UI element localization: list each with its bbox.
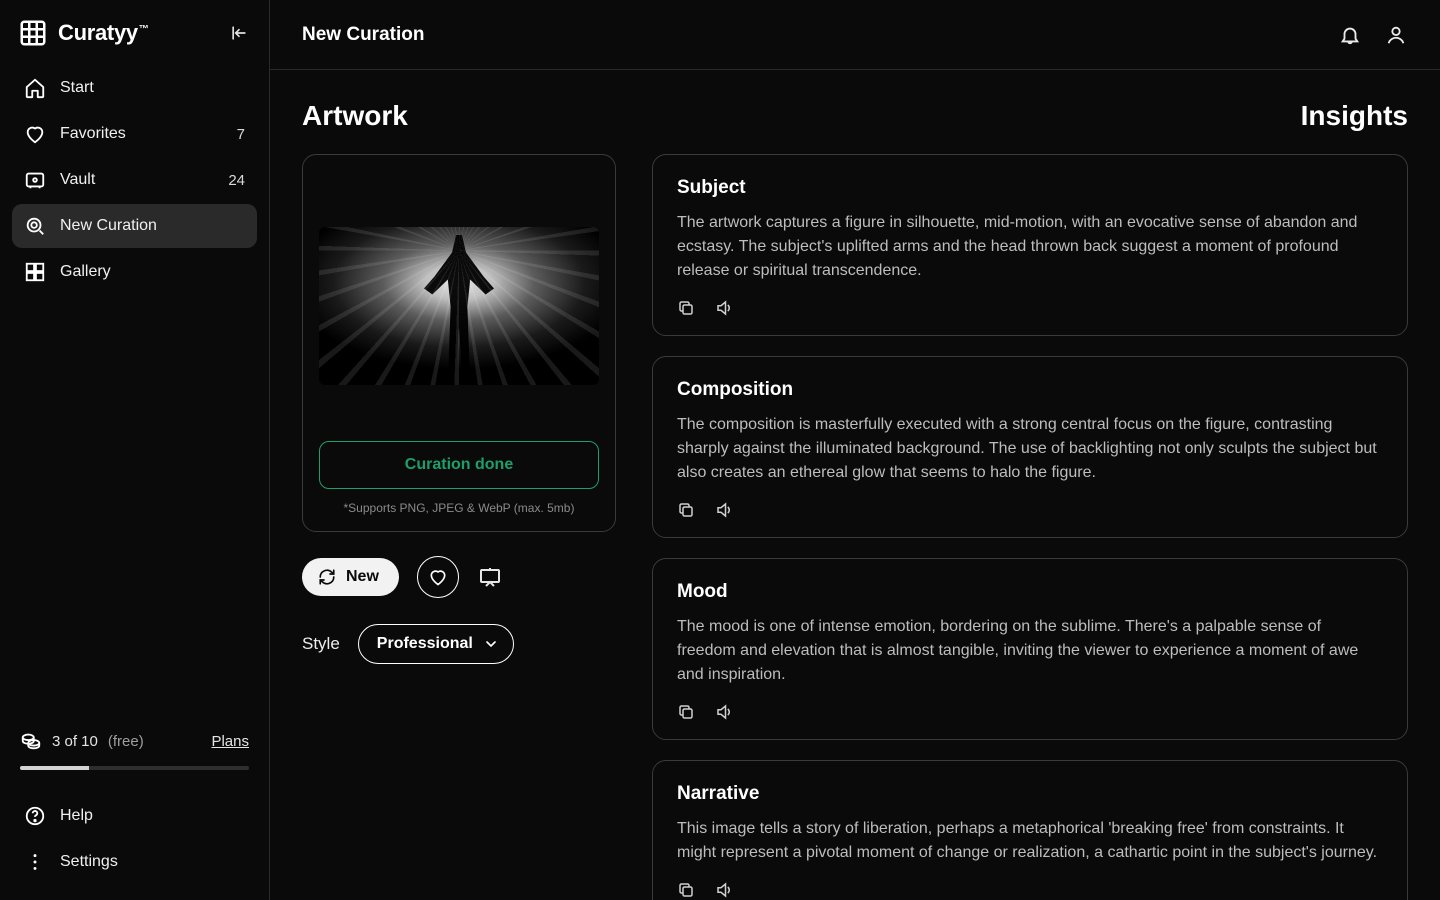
insight-actions [677,881,1383,899]
favorite-button[interactable] [417,556,459,598]
sidebar-item-label: Favorites [60,125,223,143]
copy-button[interactable] [677,703,695,721]
plans-link[interactable]: Plans [211,733,249,750]
copy-button[interactable] [677,501,695,519]
profile-button[interactable] [1384,23,1408,47]
heart-icon [24,123,46,145]
notifications-button[interactable] [1338,23,1362,47]
insight-card: Composition The composition is masterfull… [652,356,1408,538]
insight-card: Mood The mood is one of intense emotion, … [652,558,1408,740]
speak-button[interactable] [715,501,733,519]
sidebar-nav: Start Favorites 7 Vault 24 New Curation [12,66,257,294]
page-title: New Curation [302,24,1338,46]
sidebar: Curatyy™ Start Favorites 7 Vau [0,0,270,900]
insight-card: Subject The artwork captures a figure in … [652,154,1408,336]
topbar-actions [1338,23,1408,47]
refresh-icon [318,568,336,586]
insight-actions [677,703,1383,721]
style-select[interactable]: Professional [358,624,514,664]
present-button[interactable] [477,564,503,590]
speak-button[interactable] [715,299,733,317]
insight-body: The artwork captures a figure in silhoue… [677,211,1383,283]
insights-list: Subject The artwork captures a figure in … [652,154,1408,900]
insight-title: Composition [677,379,1383,401]
speak-button[interactable] [715,703,733,721]
sidebar-item-label: Help [60,807,245,825]
home-icon [24,77,46,99]
copy-button[interactable] [677,881,695,899]
main: New Curation Artwork Curation done *Supp… [270,0,1440,900]
support-text: *Supports PNG, JPEG & WebP (max. 5mb) [344,501,575,515]
sidebar-item-label: New Curation [60,217,245,235]
sidebar-item-label: Start [60,79,245,97]
style-label: Style [302,634,340,654]
insight-body: This image tells a story of liberation, … [677,817,1383,865]
grid-icon [24,261,46,283]
sidebar-item-gallery[interactable]: Gallery [12,250,257,294]
new-button[interactable]: New [302,558,399,596]
sidebar-item-count: 24 [228,172,245,189]
more-icon [24,851,46,873]
new-button-label: New [346,568,379,586]
insight-title: Narrative [677,783,1383,805]
sidebar-item-favorites[interactable]: Favorites 7 [12,112,257,156]
insight-body: The mood is one of intense emotion, bord… [677,615,1383,687]
brand-logo-icon [18,18,48,48]
insight-card: Narrative This image tells a story of lib… [652,760,1408,900]
chevron-down-icon [483,636,499,652]
insight-title: Mood [677,581,1383,603]
artwork-panel: Artwork Curation done *Supports PNG, JPE… [302,100,616,860]
sidebar-item-label: Settings [60,853,245,871]
content: Artwork Curation done *Supports PNG, JPE… [270,70,1440,900]
insights-panel: Insights Subject The artwork captures a f… [652,100,1408,860]
usage-bar [20,766,249,770]
sidebar-item-settings[interactable]: Settings [12,840,257,884]
artwork-actions: New [302,556,616,598]
vault-icon [24,169,46,191]
coins-icon [20,730,42,752]
insight-actions [677,501,1383,519]
topbar: New Curation [270,0,1440,70]
sidebar-item-vault[interactable]: Vault 24 [12,158,257,202]
sidebar-item-label: Gallery [60,263,245,281]
usage-panel: 3 of 10 (free) Plans [12,730,257,770]
insights-section-title: Insights [652,100,1408,132]
artwork-preview-image [319,227,599,385]
sidebar-item-help[interactable]: Help [12,794,257,838]
insight-actions [677,299,1383,317]
style-row: Style Professional [302,624,616,664]
brand-name: Curatyy™ [58,20,149,46]
upload-card: Curation done *Supports PNG, JPEG & WebP… [302,154,616,532]
artwork-section-title: Artwork [302,100,616,132]
sidebar-item-count: 7 [237,126,245,143]
sidebar-item-new-curation[interactable]: New Curation [12,204,257,248]
brand-row: Curatyy™ [12,18,257,66]
insight-body: The composition is masterfully executed … [677,413,1383,485]
style-select-value: Professional [377,635,473,652]
sidebar-item-start[interactable]: Start [12,66,257,110]
usage-bar-fill [20,766,89,770]
sidebar-footer: Help Settings [12,794,257,884]
copy-button[interactable] [677,299,695,317]
help-icon [24,805,46,827]
usage-text: 3 of 10 (free) [52,733,201,750]
collapse-sidebar-button[interactable] [227,21,251,45]
brand: Curatyy™ [18,18,149,48]
search-icon [24,215,46,237]
curation-status-badge: Curation done [319,441,599,489]
sidebar-item-label: Vault [60,171,214,189]
speak-button[interactable] [715,881,733,899]
insight-title: Subject [677,177,1383,199]
